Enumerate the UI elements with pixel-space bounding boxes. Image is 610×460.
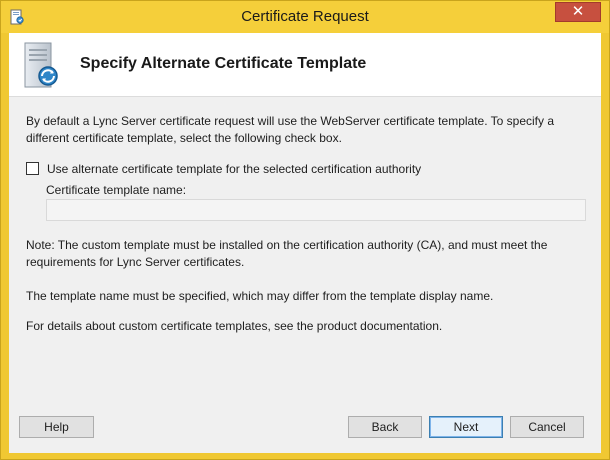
- alternate-template-checkbox-label[interactable]: Use alternate certificate template for t…: [47, 161, 421, 178]
- documentation-info-text: For details about custom certificate tem…: [26, 319, 443, 333]
- intro-text: By default a Lync Server certificate req…: [26, 114, 555, 145]
- server-certificate-icon: [24, 42, 58, 88]
- help-button[interactable]: Help: [19, 416, 94, 438]
- wizard-header: Specify Alternate Certificate Template: [9, 33, 601, 97]
- back-button[interactable]: Back: [348, 416, 422, 438]
- alternate-template-checkbox[interactable]: [26, 162, 39, 175]
- cancel-button[interactable]: Cancel: [510, 416, 584, 438]
- template-name-info-text: The template name must be specified, whi…: [26, 289, 494, 303]
- dialog-client-area: Specify Alternate Certificate Template B…: [9, 33, 601, 453]
- template-name-input[interactable]: [46, 199, 586, 221]
- certificate-request-window: Certificate Request ✕ Specify Alternate …: [0, 0, 610, 460]
- note-text: Note: The custom template must be instal…: [26, 238, 548, 269]
- window-title: Certificate Request: [241, 8, 369, 25]
- title-bar[interactable]: Certificate Request ✕: [1, 1, 609, 33]
- template-name-label: Certificate template name:: [46, 183, 187, 197]
- next-button[interactable]: Next: [429, 416, 503, 438]
- close-button[interactable]: ✕: [555, 2, 601, 22]
- page-heading: Specify Alternate Certificate Template: [80, 55, 367, 72]
